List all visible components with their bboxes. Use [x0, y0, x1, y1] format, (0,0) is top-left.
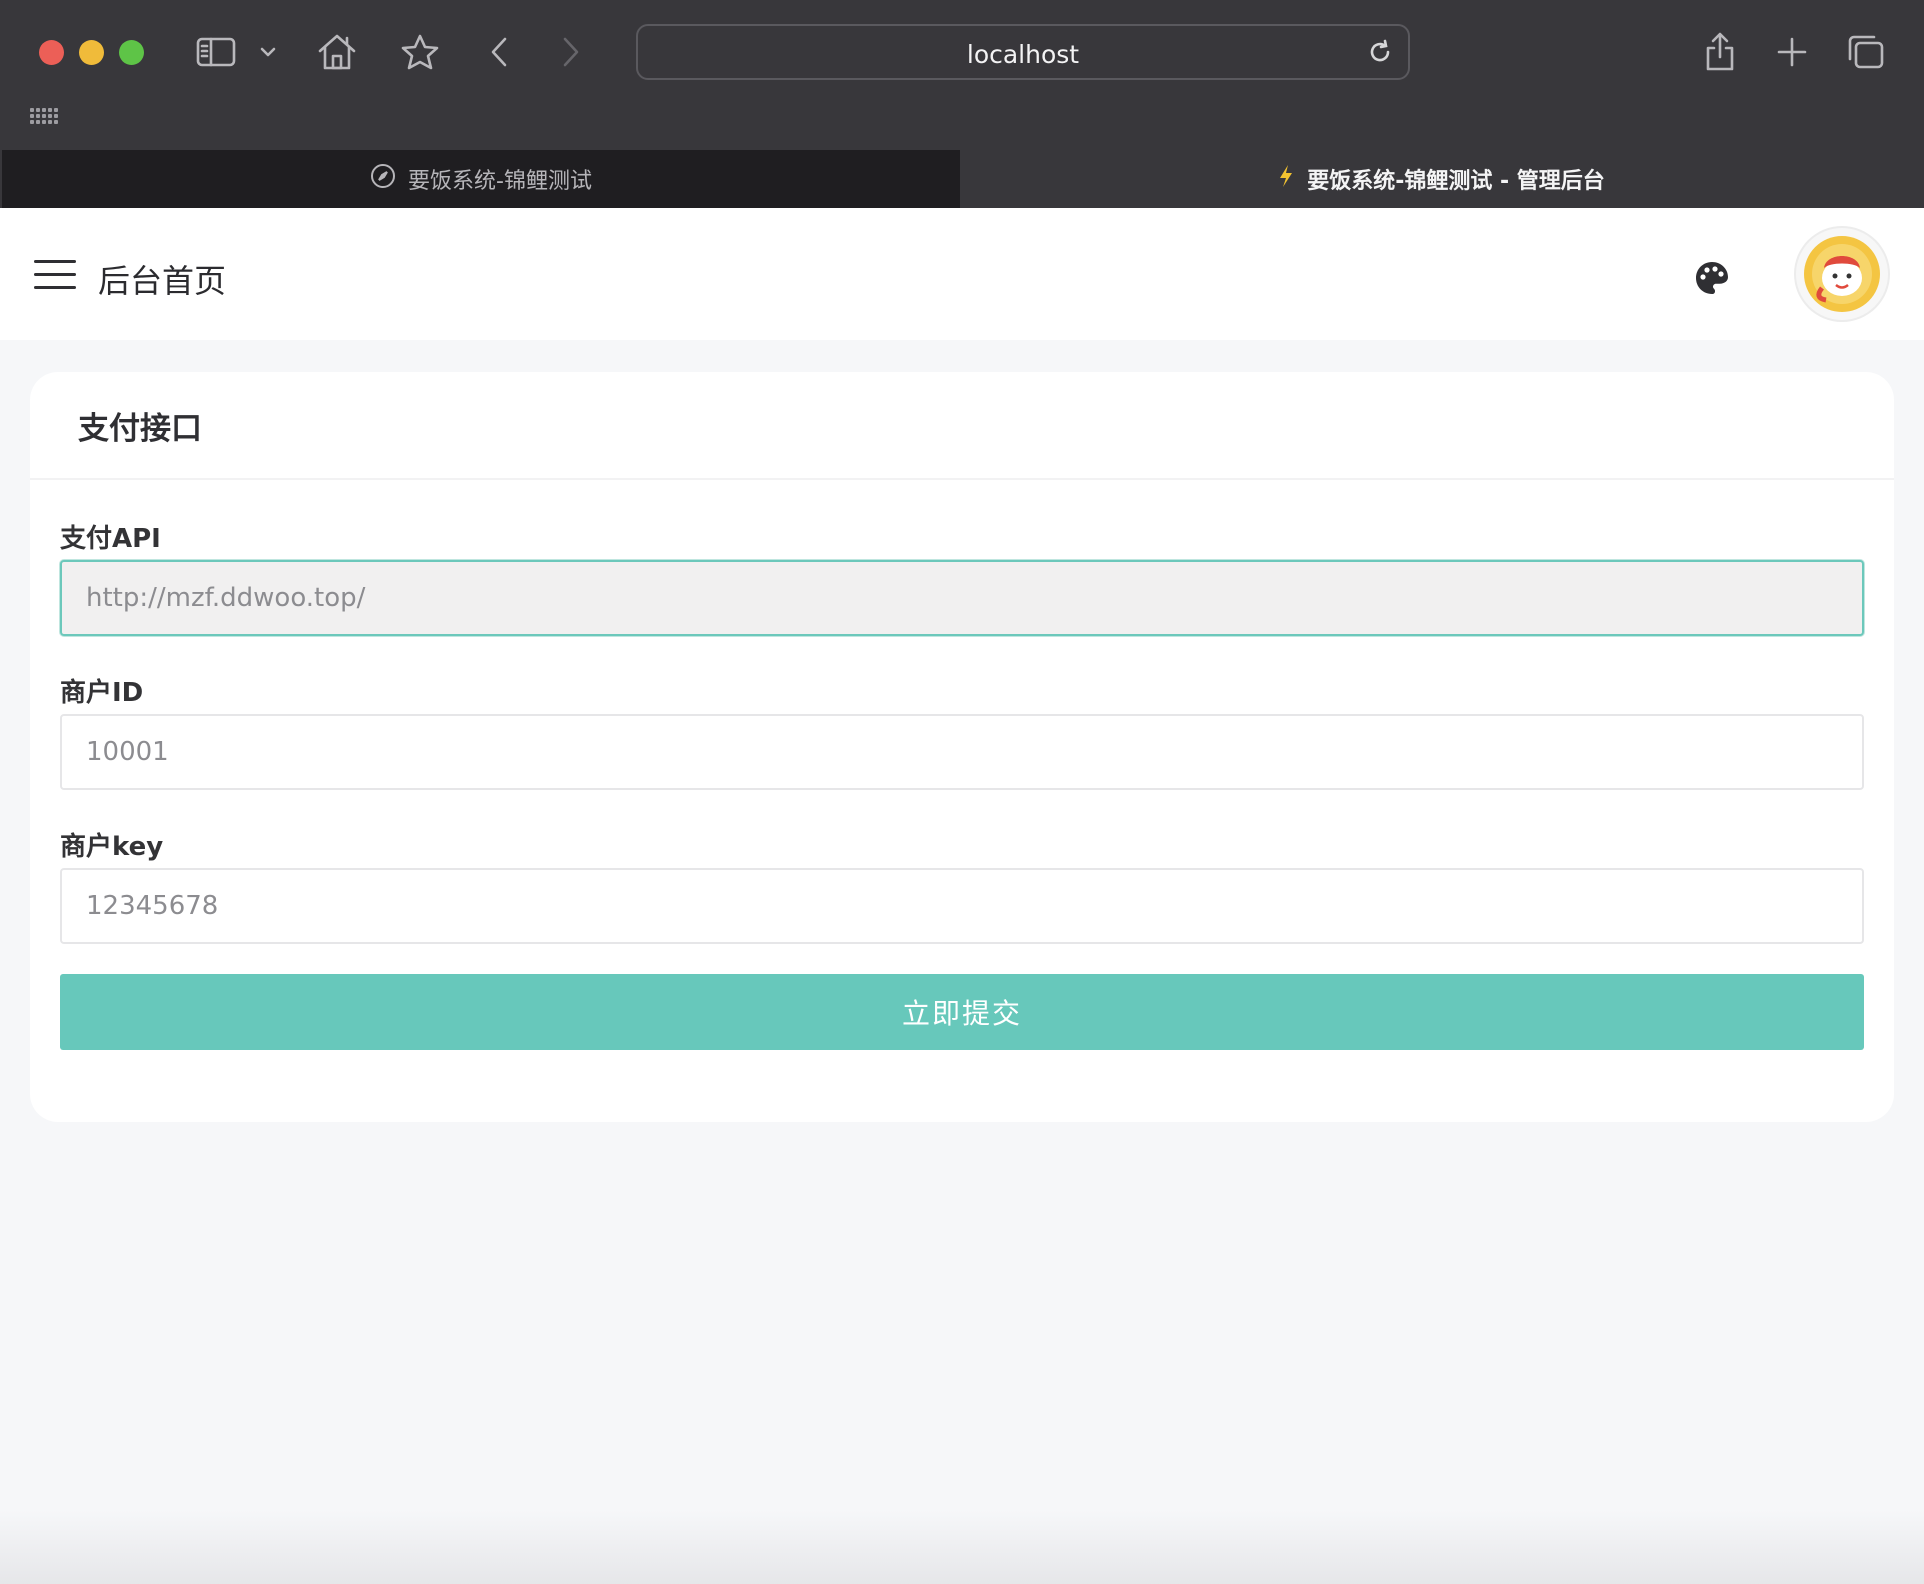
close-window-button[interactable]: [39, 40, 64, 65]
hamburger-menu-icon[interactable]: [34, 260, 76, 290]
tab-overview-icon[interactable]: [1842, 28, 1890, 76]
home-icon[interactable]: [313, 28, 361, 76]
address-bar[interactable]: localhost: [636, 24, 1410, 80]
bottom-shadow: [0, 1510, 1924, 1584]
address-url: localhost: [966, 40, 1080, 69]
tab-admin[interactable]: 要饭系统-锦鲤测试 - 管理后台: [960, 150, 1922, 208]
merchant-id-value: 10001: [86, 737, 169, 767]
merchant-id-input[interactable]: 10001: [60, 714, 1864, 790]
tab-site[interactable]: 要饭系统-锦鲤测试: [2, 150, 960, 208]
palette-icon[interactable]: [1692, 258, 1732, 298]
back-icon[interactable]: [476, 28, 524, 76]
bookmark-star-icon[interactable]: [396, 28, 444, 76]
card-header: 支付接口: [30, 372, 1894, 480]
payment-api-label: 支付API: [60, 524, 161, 554]
forward-icon[interactable]: [546, 28, 594, 76]
payment-settings-card: 支付接口 支付API http://mzf.ddwoo.top/ 商户ID 10…: [30, 372, 1894, 1122]
lightning-icon: [1277, 164, 1295, 194]
minimize-window-button[interactable]: [79, 40, 104, 65]
new-tab-icon[interactable]: [1768, 28, 1816, 76]
tab-bar: 要饭系统-锦鲤测试 要饭系统-锦鲤测试 - 管理后台: [0, 150, 1924, 208]
merchant-key-value: 12345678: [86, 891, 219, 921]
tab-title: 要饭系统-锦鲤测试: [408, 169, 592, 194]
page-title: 后台首页: [98, 262, 227, 300]
payment-api-input[interactable]: http://mzf.ddwoo.top/: [60, 560, 1864, 636]
reload-icon[interactable]: [1366, 38, 1394, 70]
card-title: 支付接口: [78, 410, 202, 447]
browser-toolbar: localhost: [0, 0, 1924, 150]
submit-button[interactable]: 立即提交: [60, 974, 1864, 1050]
tab-title: 要饭系统-锦鲤测试 - 管理后台: [1307, 169, 1605, 194]
app-header: 后台首页: [0, 208, 1924, 340]
chevron-down-icon[interactable]: [245, 28, 291, 76]
merchant-key-label: 商户key: [60, 832, 164, 862]
sidebar-toggle-icon[interactable]: [192, 28, 240, 76]
avatar[interactable]: [1796, 228, 1888, 320]
payment-api-value: http://mzf.ddwoo.top/: [86, 583, 366, 613]
compass-icon: [370, 163, 396, 195]
apps-grid-icon[interactable]: [30, 108, 58, 130]
zoom-window-button[interactable]: [119, 40, 144, 65]
merchant-key-input[interactable]: 12345678: [60, 868, 1864, 944]
payment-form: 支付API http://mzf.ddwoo.top/ 商户ID 10001 商…: [30, 518, 1894, 1050]
share-icon[interactable]: [1696, 28, 1744, 76]
merchant-id-label: 商户ID: [60, 678, 144, 708]
